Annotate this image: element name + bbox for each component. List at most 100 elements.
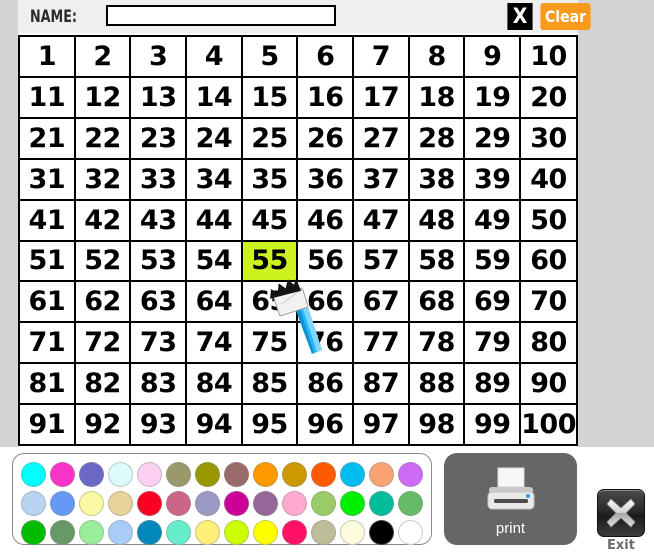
grid-cell-84[interactable]: 84 [187,364,243,406]
grid-cell-22[interactable]: 22 [75,118,132,160]
grid-cell-86[interactable]: 86 [298,364,355,406]
exit-button[interactable]: Exit [594,489,648,553]
grid-cell-58[interactable]: 58 [409,241,466,283]
grid-cell-55[interactable]: 55 [242,241,299,283]
color-swatch-1-4[interactable] [137,491,162,516]
grid-cell-87[interactable]: 87 [354,364,410,406]
color-swatch-1-13[interactable] [398,491,423,516]
grid-cell-31[interactable]: 31 [20,159,76,201]
grid-cell-2[interactable]: 2 [75,37,132,78]
grid-cell-54[interactable]: 54 [187,241,243,283]
grid-cell-39[interactable]: 39 [465,159,522,201]
grid-cell-56[interactable]: 56 [298,241,355,283]
color-swatch-1-0[interactable] [21,491,46,516]
grid-cell-90[interactable]: 90 [521,364,578,406]
grid-cell-21[interactable]: 21 [20,118,76,160]
grid-cell-18[interactable]: 18 [409,77,466,119]
color-swatch-0-10[interactable] [311,462,336,487]
grid-cell-61[interactable]: 61 [20,282,76,324]
color-swatch-2-1[interactable] [50,520,75,545]
grid-cell-19[interactable]: 19 [465,77,522,119]
grid-cell-93[interactable]: 93 [131,405,188,446]
grid-cell-91[interactable]: 91 [20,405,76,446]
grid-cell-14[interactable]: 14 [187,77,243,119]
color-swatch-0-9[interactable] [282,462,307,487]
name-input[interactable] [106,5,336,26]
grid-cell-53[interactable]: 53 [131,241,188,283]
color-swatch-1-1[interactable] [50,491,75,516]
grid-cell-40[interactable]: 40 [521,159,578,201]
color-swatch-1-5[interactable] [166,491,191,516]
grid-cell-3[interactable]: 3 [131,37,188,78]
grid-cell-7[interactable]: 7 [354,37,410,78]
grid-cell-89[interactable]: 89 [465,364,522,406]
grid-cell-11[interactable]: 11 [20,77,76,119]
grid-cell-97[interactable]: 97 [354,405,410,446]
grid-cell-27[interactable]: 27 [354,118,410,160]
grid-cell-94[interactable]: 94 [187,405,243,446]
grid-cell-30[interactable]: 30 [521,118,578,160]
grid-cell-36[interactable]: 36 [298,159,355,201]
grid-cell-75[interactable]: 75 [242,323,299,365]
grid-cell-5[interactable]: 5 [242,37,299,78]
close-x-button[interactable]: X [507,3,533,30]
grid-cell-79[interactable]: 79 [465,323,522,365]
grid-cell-98[interactable]: 98 [409,405,466,446]
grid-cell-6[interactable]: 6 [298,37,355,78]
color-swatch-2-10[interactable] [311,520,336,545]
color-palette[interactable] [12,453,432,545]
color-swatch-2-12[interactable] [369,520,394,545]
grid-cell-60[interactable]: 60 [521,241,578,283]
grid-cell-67[interactable]: 67 [354,282,410,324]
color-swatch-2-9[interactable] [282,520,307,545]
grid-cell-80[interactable]: 80 [521,323,578,365]
color-swatch-2-8[interactable] [253,520,278,545]
color-swatch-0-5[interactable] [166,462,191,487]
grid-cell-42[interactable]: 42 [75,200,132,242]
color-swatch-1-3[interactable] [108,491,133,516]
grid-cell-23[interactable]: 23 [131,118,188,160]
grid-cell-88[interactable]: 88 [409,364,466,406]
grid-cell-38[interactable]: 38 [409,159,466,201]
number-grid[interactable]: 1 2 3 4 5 6 7 8 9 10 11 12 13 14 15 16 17 18 19 20 21 22 23 24 2… [18,35,578,446]
grid-cell-71[interactable]: 71 [20,323,76,365]
color-swatch-0-2[interactable] [79,462,104,487]
grid-cell-28[interactable]: 28 [409,118,466,160]
color-swatch-2-4[interactable] [137,520,162,545]
grid-cell-70[interactable]: 70 [521,282,578,324]
grid-cell-16[interactable]: 16 [298,77,355,119]
grid-cell-83[interactable]: 83 [131,364,188,406]
grid-cell-4[interactable]: 4 [187,37,243,78]
grid-cell-13[interactable]: 13 [131,77,188,119]
clear-button[interactable]: Clear [540,3,591,30]
grid-cell-32[interactable]: 32 [75,159,132,201]
grid-cell-24[interactable]: 24 [187,118,243,160]
color-swatch-0-7[interactable] [224,462,249,487]
grid-cell-34[interactable]: 34 [187,159,243,201]
grid-cell-96[interactable]: 96 [298,405,355,446]
grid-cell-92[interactable]: 92 [75,405,132,446]
grid-cell-68[interactable]: 68 [409,282,466,324]
grid-cell-9[interactable]: 9 [465,37,522,78]
grid-cell-10[interactable]: 10 [521,37,578,78]
grid-cell-51[interactable]: 51 [20,241,76,283]
grid-cell-12[interactable]: 12 [75,77,132,119]
color-swatch-0-13[interactable] [398,462,423,487]
grid-cell-1[interactable]: 1 [20,37,76,78]
grid-cell-65[interactable]: 65 [242,282,299,324]
grid-cell-76[interactable]: 76 [298,323,355,365]
color-swatch-2-6[interactable] [195,520,220,545]
grid-cell-78[interactable]: 78 [409,323,466,365]
grid-cell-26[interactable]: 26 [298,118,355,160]
grid-cell-17[interactable]: 17 [354,77,410,119]
grid-cell-82[interactable]: 82 [75,364,132,406]
grid-cell-46[interactable]: 46 [298,200,355,242]
grid-cell-33[interactable]: 33 [131,159,188,201]
grid-cell-95[interactable]: 95 [242,405,299,446]
grid-cell-100[interactable]: 100 [521,405,578,446]
grid-cell-50[interactable]: 50 [521,200,578,242]
grid-cell-85[interactable]: 85 [242,364,299,406]
color-swatch-0-4[interactable] [137,462,162,487]
color-swatch-2-3[interactable] [108,520,133,545]
grid-cell-8[interactable]: 8 [409,37,466,78]
